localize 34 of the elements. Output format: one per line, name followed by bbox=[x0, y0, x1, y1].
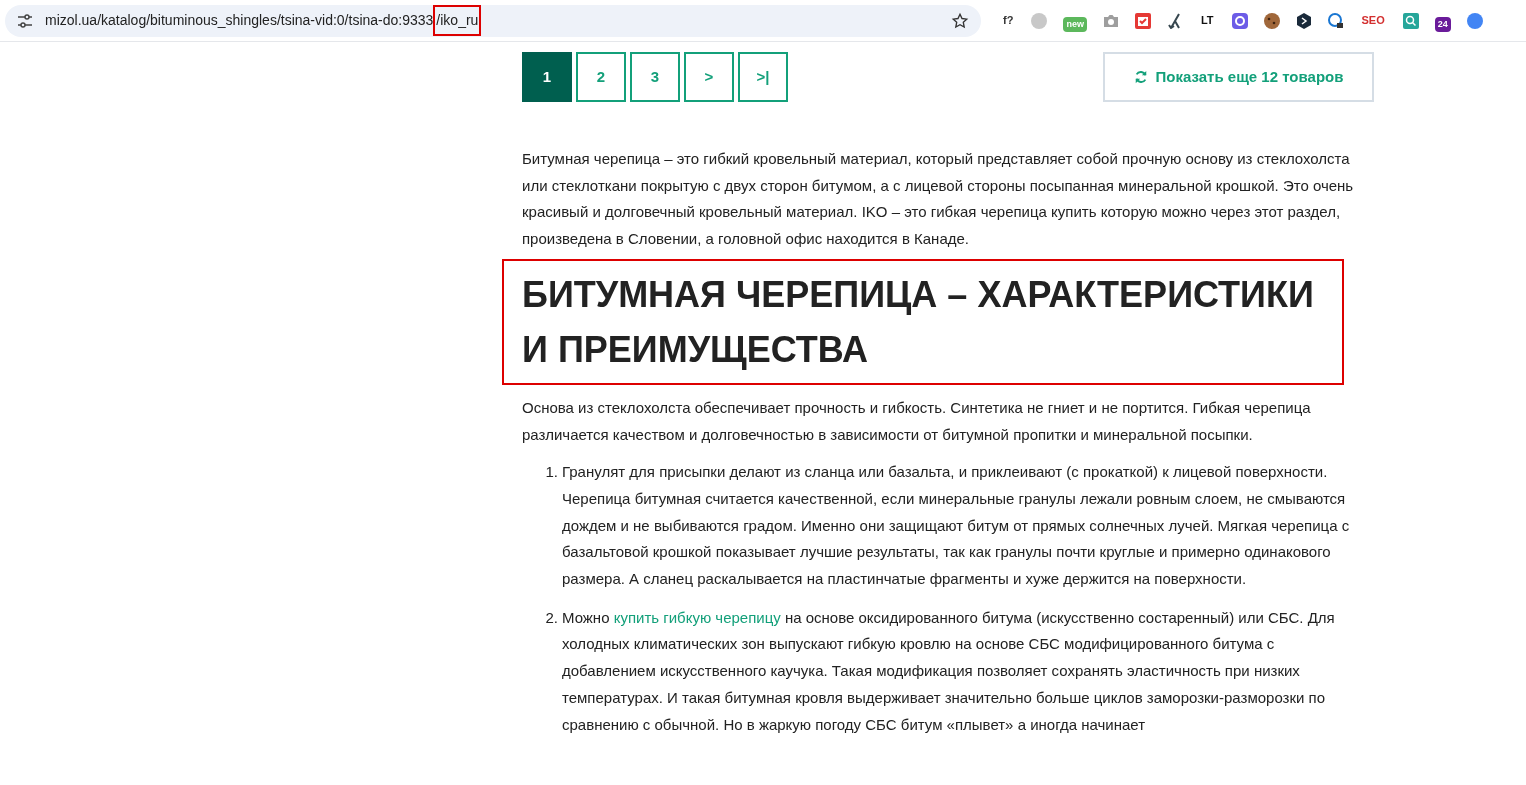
list-number: 1. bbox=[544, 462, 559, 483]
page-button[interactable]: > bbox=[684, 52, 734, 102]
url-highlight: /iko_ru bbox=[433, 5, 482, 36]
page-button[interactable]: 3 bbox=[630, 52, 680, 102]
refresh-icon bbox=[1133, 70, 1148, 84]
extension-icon[interactable]: new bbox=[1063, 17, 1087, 32]
extension-icon[interactable]: LT bbox=[1198, 12, 1216, 29]
intro-paragraph: Битумная черепица – это гибкий кровельный материал, который представляет собой прочную основу из стеклохолста или стеклоткани покрытую с двух сторон битумом, а с лицевой стороны посыпанная минеральной крошкой. Это очень красивый и долговечный кровельный материал. IKO – это гибкая черепица купить которую можно через этот раздел, произведена в Словении, а головной офис находится в Канаде. bbox=[522, 149, 1355, 250]
address-bar[interactable]: mizol.ua/katalog/bituminous_shingles/tsina-vid:0/tsina-do:9333 /iko_ru bbox=[5, 4, 981, 37]
lock-icon[interactable] bbox=[1327, 12, 1344, 29]
section-heading: БИТУМНАЯ ЧЕРЕПИЦА – ХАРАКТЕРИСТИКИ И ПРЕИМУЩЕСТВА bbox=[522, 272, 1315, 372]
page-button[interactable]: >| bbox=[738, 52, 788, 102]
body-paragraph: Основа из стеклохолста обеспечивает прочность и гибкость. Синтетика не гниет и не портится. Гибкая черепица различается качеством и долговечностью в зависимости от битумной пропитки и минеральной посыпки. bbox=[522, 397, 1312, 445]
extension-icon[interactable]: SEO bbox=[1359, 12, 1387, 29]
search-icon[interactable] bbox=[1402, 12, 1419, 29]
extension-icon[interactable]: 24 bbox=[1434, 17, 1451, 32]
site-settings-icon[interactable] bbox=[17, 13, 33, 28]
list-number: 2. bbox=[544, 607, 559, 628]
circle-icon[interactable] bbox=[1466, 12, 1483, 29]
hexagon-icon[interactable] bbox=[1295, 12, 1312, 29]
url-text: mizol.ua/katalog/bituminous_shingles/tsina-vid:0/tsina-do:9333 bbox=[45, 11, 434, 30]
camera-icon[interactable] bbox=[1102, 13, 1119, 28]
extension-icon[interactable]: f? bbox=[1001, 12, 1016, 29]
page-button[interactable]: 1 bbox=[522, 52, 572, 102]
checkbox-icon[interactable] bbox=[1134, 12, 1151, 29]
cookie-icon[interactable] bbox=[1263, 12, 1280, 29]
show-more-button[interactable]: Показать еще 12 товаров bbox=[1103, 52, 1374, 102]
gear-icon[interactable] bbox=[1231, 12, 1248, 29]
list-item-text: Можно купить гибкую черепицу на основе оксидированного битума (искусственно состаренный) или СБС. Для холодных климатических зон выпускают гибкую кровлю на основе СБС модифицированного битума с добавлением искусственного каучука. Такая модификация позволяет сохранять эластичность при низких температурах. И такая битумная кровля выдерживает значительно больше циклов заморозки-разморозки по сравнению с обычной. Но в жаркую погоду СБС битум «плывет» а иногда начинает bbox=[562, 607, 1336, 735]
page-button[interactable]: 2 bbox=[576, 52, 626, 102]
list-item-text: Гранулят для присыпки делают из сланца или базальта, и приклеивают (с прокаткой) к лицевой поверхности. Черепица битумная считается качественной, если минеральные гранулы лежали ровным слоем, не смываются дождем и не выбиваются градом. Именно они защищают битум от прямых солнечных лучей. Мягкая черепица с базальтовой крошкой показывает лучшие результаты, так как гранулы почти круглые и примерно одинакового размера. А сланец раскалывается на пластинчатые фрагменты и хуже держится на поверхности. bbox=[562, 462, 1351, 590]
inline-link[interactable]: купить гибкую черепицу bbox=[613, 608, 781, 626]
fork-icon[interactable] bbox=[1166, 12, 1183, 29]
star-icon[interactable] bbox=[951, 11, 969, 30]
